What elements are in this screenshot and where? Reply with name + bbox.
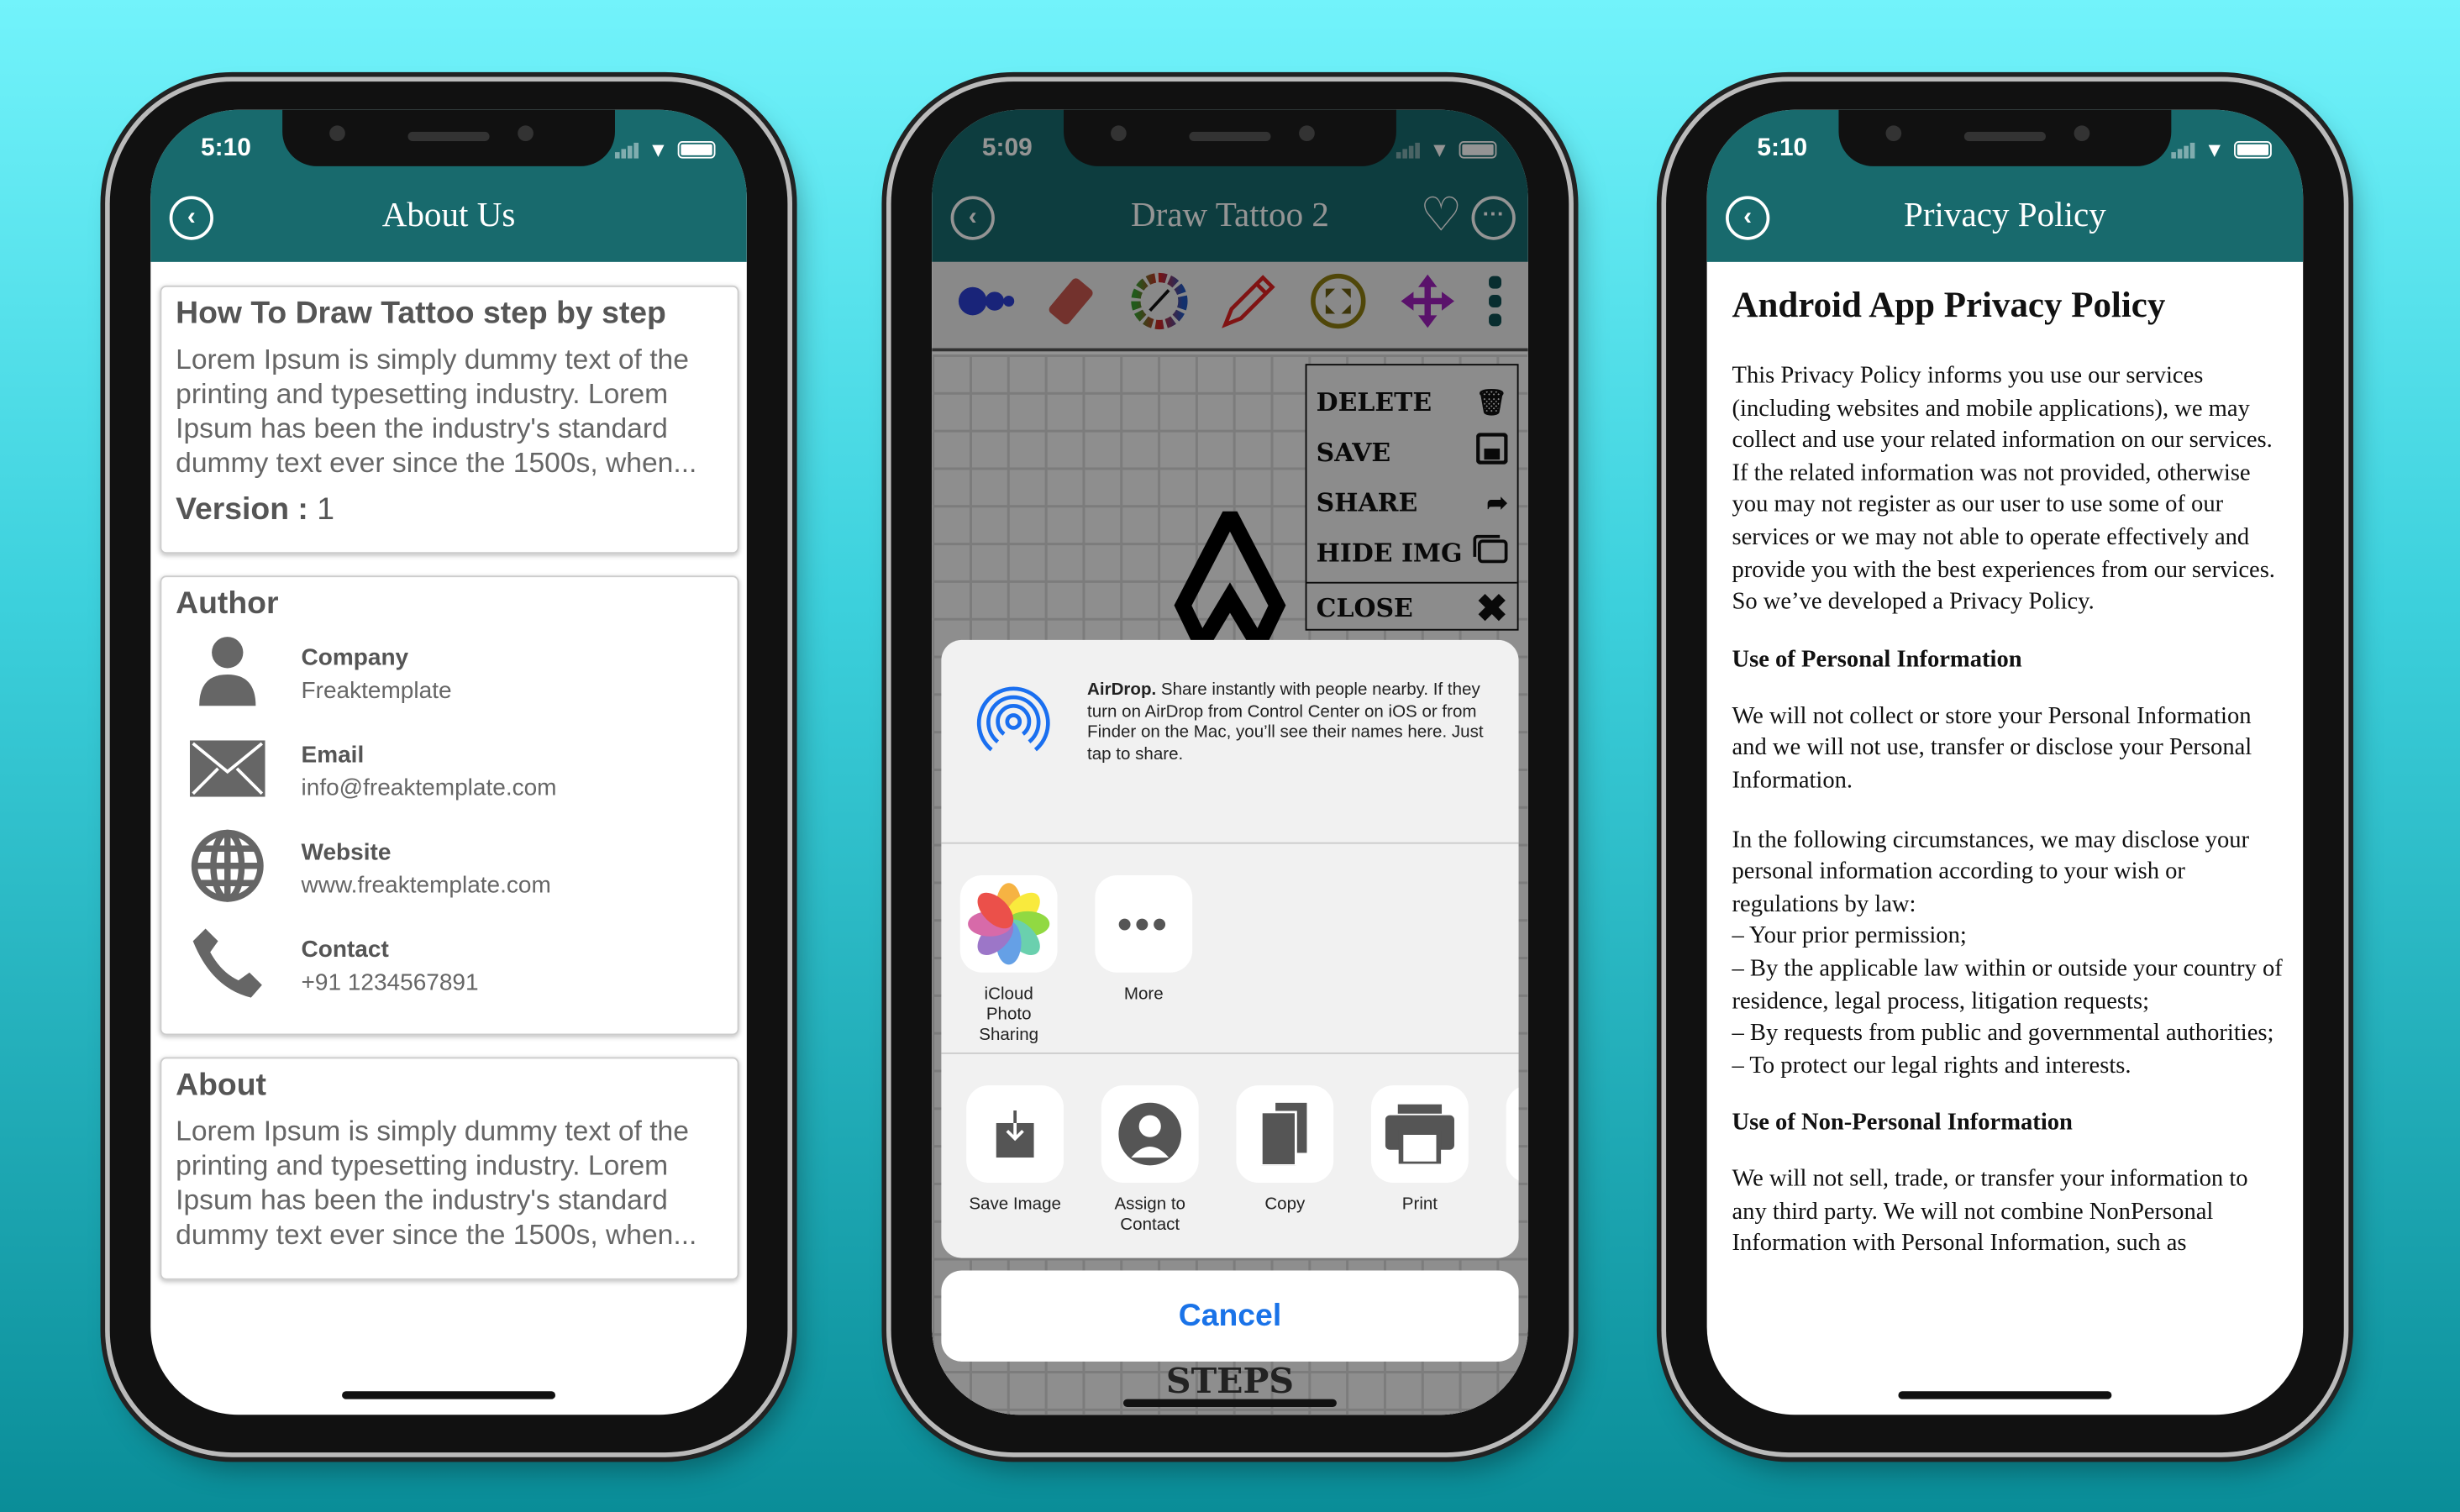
version-value: 1 [317, 492, 335, 528]
share-app-more[interactable]: ••• More [1095, 874, 1193, 1053]
airdrop-icon [976, 686, 1050, 752]
author-contact: Contact +91 1234567891 [176, 915, 723, 1012]
about-card: About Lorem Ipsum is simply dummy text o… [160, 1057, 739, 1280]
battery-icon [677, 141, 716, 159]
about-heading: About [176, 1068, 267, 1103]
wifi-icon: ▼ [648, 138, 669, 162]
phone-about-us: 5:10 ▼ ‹ About Us How To Draw Tattoo ste… [109, 81, 788, 1453]
action-assign-contact[interactable]: Assign to Contact [1101, 1085, 1199, 1236]
notch [1064, 109, 1396, 166]
save-image-icon [996, 1110, 1034, 1158]
notch [1838, 109, 2172, 166]
battery-icon [2234, 141, 2272, 159]
status-icons: ▼ [2171, 138, 2272, 162]
status-icons: ▼ [615, 138, 716, 162]
envelope-icon [176, 740, 279, 797]
action-copy[interactable]: Copy [1236, 1085, 1334, 1236]
author-website: Website www.freaktemplate.com [176, 817, 723, 915]
policy-paragraph: We will not collect or store your Person… [1732, 702, 2252, 794]
action-save-image[interactable]: Save Image [966, 1085, 1064, 1236]
action-print[interactable]: Print [1371, 1085, 1469, 1236]
home-indicator[interactable] [1122, 1399, 1337, 1407]
contact-icon [1118, 1102, 1182, 1166]
policy-paragraph: This Privacy Policy informs you use our … [1732, 362, 2275, 616]
action-partial[interactable]: Sa [1506, 1085, 1519, 1236]
privacy-content: Android App Privacy Policy This Privacy … [1732, 286, 2284, 1288]
airdrop-text: AirDrop. Share instantly with people nea… [1087, 680, 1484, 764]
signal-icon [2171, 141, 2195, 158]
app-description: Lorem Ipsum is simply dummy text of the … [176, 343, 697, 479]
home-indicator[interactable] [342, 1391, 556, 1399]
screen: 5:09 ▼ ‹ Draw Tattoo 2 ♡ ··· DELETE 🗑 SAV… [932, 109, 1528, 1415]
phone-draw-tattoo: 5:09 ▼ ‹ Draw Tattoo 2 ♡ ··· DELETE 🗑 SAV… [891, 81, 1569, 1453]
author-heading: Author [176, 586, 279, 622]
wifi-icon: ▼ [2204, 138, 2225, 162]
cancel-button[interactable]: Cancel [941, 1270, 1519, 1362]
phone-privacy-policy: 5:10 ▼ ‹ Privacy Policy Android App Priv… [1666, 81, 2344, 1453]
author-card: Author Company Freaktemplate Email info@fr… [160, 575, 739, 1036]
share-actions-row: Save Image Assign to Contact Copy Print … [941, 1054, 1519, 1236]
ellipsis-icon: ••• [1117, 899, 1170, 947]
status-time: 5:10 [201, 134, 251, 162]
status-time: 5:10 [1757, 134, 1808, 162]
printer-icon [1385, 1104, 1454, 1164]
notch [282, 109, 615, 166]
policy-list: – Your prior permission; – By the applic… [1732, 921, 2284, 1083]
policy-list-item: – By requests from public and government… [1732, 1019, 2274, 1047]
copy-icon [1259, 1102, 1307, 1166]
policy-paragraph: In the following circumstances, we may d… [1732, 826, 2250, 917]
page-title: Privacy Policy [1904, 194, 2106, 234]
about-description: Lorem Ipsum is simply dummy text of the … [176, 1115, 697, 1251]
share-app-icloud-photo[interactable]: iCloud Photo Sharing [959, 874, 1058, 1053]
photos-icon [968, 883, 1050, 965]
policy-subheading: Use of Non-Personal Information [1732, 1109, 2073, 1137]
globe-icon [176, 828, 279, 904]
airdrop-section: AirDrop. Share instantly with people nea… [941, 640, 1519, 844]
page-title: About Us [381, 194, 516, 234]
app-title: How To Draw Tattoo step by step [176, 296, 666, 332]
policy-list-item: – To protect our legal rights and intere… [1732, 1052, 2131, 1079]
share-apps-row: iCloud Photo Sharing ••• More [941, 844, 1519, 1054]
policy-heading: Android App Privacy Policy [1732, 285, 2166, 325]
person-icon [176, 633, 279, 709]
policy-list-item: – Your prior permission; [1732, 922, 1967, 950]
screen: 5:10 ▼ ‹ About Us How To Draw Tattoo ste… [150, 109, 747, 1415]
home-indicator[interactable] [1898, 1391, 2112, 1399]
screen: 5:10 ▼ ‹ Privacy Policy Android App Priv… [1706, 109, 2304, 1415]
author-email: Email info@freaktemplate.com [176, 720, 723, 817]
policy-list-item: – By the applicable law within or outsid… [1732, 955, 2283, 1015]
author-company: Company Freaktemplate [176, 622, 723, 720]
policy-subheading: Use of Personal Information [1732, 645, 2022, 673]
signal-icon [615, 141, 639, 158]
app-info-card: How To Draw Tattoo step by step Lorem Ip… [160, 285, 739, 554]
steps-caption: STEPS [1165, 1361, 1295, 1403]
share-sheet: AirDrop. Share instantly with people nea… [941, 639, 1519, 1258]
policy-paragraph: We will not sell, trade, or transfer you… [1732, 1165, 2248, 1257]
phone-icon [176, 926, 279, 1001]
version: Version : 1 [176, 492, 335, 528]
